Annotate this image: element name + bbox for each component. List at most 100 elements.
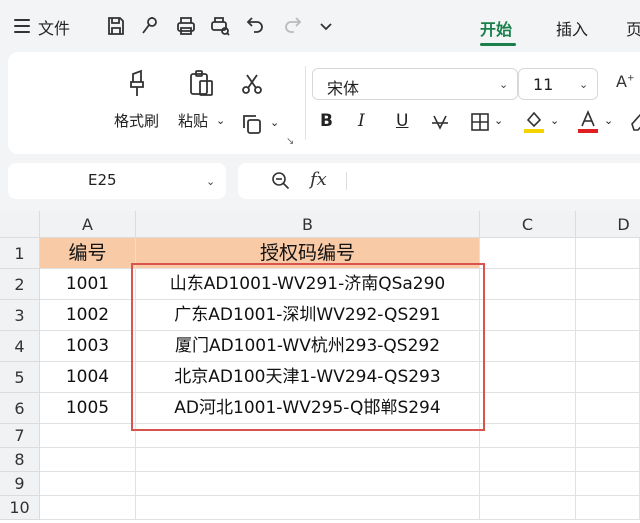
paste-label[interactable]: 粘贴 bbox=[178, 110, 208, 131]
undo-icon[interactable] bbox=[244, 14, 268, 38]
cell-b7[interactable] bbox=[136, 424, 480, 448]
print-icon[interactable] bbox=[174, 14, 198, 38]
fill-color-icon[interactable] bbox=[522, 108, 546, 134]
row-header-4[interactable]: 4 bbox=[0, 331, 40, 362]
column-header-d[interactable]: D bbox=[576, 211, 640, 238]
cut-icon[interactable] bbox=[240, 72, 264, 96]
paste-dropdown-icon[interactable]: ⌄ bbox=[216, 114, 225, 127]
cell-b8[interactable] bbox=[136, 448, 480, 472]
cell-c2[interactable] bbox=[480, 269, 576, 300]
cell-d5[interactable] bbox=[576, 362, 640, 393]
cell-d7[interactable] bbox=[576, 424, 640, 448]
cell-a10[interactable] bbox=[40, 496, 136, 520]
font-color-icon[interactable] bbox=[576, 108, 600, 134]
fx-label[interactable]: fx bbox=[310, 169, 327, 190]
cell-b5[interactable]: 北京AD100天津1-WV294-QS293 bbox=[136, 362, 480, 393]
name-box[interactable]: E25 ⌄ bbox=[8, 163, 226, 199]
active-tab-indicator bbox=[480, 43, 516, 46]
chevron-down-icon: ⌄ bbox=[579, 78, 589, 91]
cell-a5[interactable]: 1004 bbox=[40, 362, 136, 393]
formula-divider bbox=[346, 172, 347, 190]
font-name-select[interactable]: 宋体 ⌄ bbox=[312, 68, 518, 100]
cell-b1[interactable]: 授权码编号 bbox=[136, 238, 480, 269]
row-header-3[interactable]: 3 bbox=[0, 300, 40, 331]
cell-d9[interactable] bbox=[576, 472, 640, 496]
cell-c7[interactable] bbox=[480, 424, 576, 448]
cell-c4[interactable] bbox=[480, 331, 576, 362]
cell-b3[interactable]: 广东AD1001-深圳WV292-QS291 bbox=[136, 300, 480, 331]
column-header-c[interactable]: C bbox=[480, 211, 576, 238]
column-header-a[interactable]: A bbox=[40, 211, 136, 238]
bold-button[interactable]: B bbox=[320, 111, 333, 131]
cell-b6[interactable]: AD河北1001-WV295-Q邯郸S294 bbox=[136, 393, 480, 424]
cell-c6[interactable] bbox=[480, 393, 576, 424]
cell-c3[interactable] bbox=[480, 300, 576, 331]
row-header-8[interactable]: 8 bbox=[0, 448, 40, 472]
cell-a1[interactable]: 编号 bbox=[40, 238, 136, 269]
cell-b2[interactable]: 山东AD1001-WV291-济南QSa290 bbox=[136, 269, 480, 300]
cell-a4[interactable]: 1003 bbox=[40, 331, 136, 362]
zoom-icon[interactable] bbox=[270, 170, 292, 196]
font-size-value: 11 bbox=[533, 75, 554, 94]
cell-c1[interactable] bbox=[480, 238, 576, 269]
select-all-corner[interactable] bbox=[0, 211, 40, 238]
tab-insert[interactable]: 插入 bbox=[556, 16, 588, 40]
cell-b4[interactable]: 厦门AD1001-WV杭州293-QS292 bbox=[136, 331, 480, 362]
eraser-icon[interactable] bbox=[628, 110, 640, 132]
format-brush-small-icon[interactable] bbox=[138, 14, 162, 38]
tab-page[interactable]: 页 bbox=[626, 16, 640, 40]
tab-home[interactable]: 开始 bbox=[480, 16, 512, 40]
font-name-value: 宋体 bbox=[327, 79, 360, 98]
italic-button[interactable]: I bbox=[358, 111, 365, 131]
cell-d8[interactable] bbox=[576, 448, 640, 472]
row-header-5[interactable]: 5 bbox=[0, 362, 40, 393]
cell-c9[interactable] bbox=[480, 472, 576, 496]
cell-a2[interactable]: 1001 bbox=[40, 269, 136, 300]
clipboard-expand-icon[interactable]: ↘ bbox=[286, 136, 294, 147]
chevron-down-icon[interactable]: ⌄ bbox=[494, 114, 503, 127]
print-preview-icon[interactable] bbox=[208, 14, 232, 38]
row-header-7[interactable]: 7 bbox=[0, 424, 40, 448]
chevron-down-icon[interactable]: ⌄ bbox=[604, 114, 613, 127]
cell-b10[interactable] bbox=[136, 496, 480, 520]
cell-d6[interactable] bbox=[576, 393, 640, 424]
formula-bar[interactable]: fx bbox=[238, 163, 640, 199]
underline-button[interactable]: U bbox=[396, 111, 408, 131]
font-size-select[interactable]: 11 ⌄ bbox=[518, 68, 598, 100]
save-icon[interactable] bbox=[104, 14, 128, 38]
paste-icon[interactable] bbox=[186, 68, 216, 98]
row-header-9[interactable]: 9 bbox=[0, 472, 40, 496]
ribbon-home: 格式刷 粘贴 ⌄ ⌄ ↘ 宋体 ⌄ 11 ⌄ A+ B I U ⌄ ⌄ ⌄ bbox=[8, 52, 640, 154]
cell-c8[interactable] bbox=[480, 448, 576, 472]
increase-font-icon[interactable]: A+ bbox=[616, 72, 635, 91]
format-painter-label[interactable]: 格式刷 bbox=[114, 110, 159, 131]
cell-d2[interactable] bbox=[576, 269, 640, 300]
hamburger-menu-icon[interactable] bbox=[14, 19, 30, 33]
cell-a6[interactable]: 1005 bbox=[40, 393, 136, 424]
cell-d1[interactable] bbox=[576, 238, 640, 269]
cell-b9[interactable] bbox=[136, 472, 480, 496]
copy-icon[interactable] bbox=[240, 112, 264, 136]
row-header-2[interactable]: 2 bbox=[0, 269, 40, 300]
cell-a3[interactable]: 1002 bbox=[40, 300, 136, 331]
cell-c10[interactable] bbox=[480, 496, 576, 520]
column-header-b[interactable]: B bbox=[136, 211, 480, 238]
row-header-10[interactable]: 10 bbox=[0, 496, 40, 520]
cell-d10[interactable] bbox=[576, 496, 640, 520]
redo-icon[interactable] bbox=[280, 14, 304, 38]
cell-d4[interactable] bbox=[576, 331, 640, 362]
row-header-6[interactable]: 6 bbox=[0, 393, 40, 424]
cell-d3[interactable] bbox=[576, 300, 640, 331]
cell-a9[interactable] bbox=[40, 472, 136, 496]
more-chevron-icon[interactable] bbox=[314, 14, 338, 38]
cell-c5[interactable] bbox=[480, 362, 576, 393]
cell-a8[interactable] bbox=[40, 448, 136, 472]
format-painter-icon[interactable] bbox=[122, 68, 152, 98]
borders-icon[interactable] bbox=[470, 112, 490, 132]
cell-a7[interactable] bbox=[40, 424, 136, 448]
strikethrough-icon[interactable] bbox=[430, 112, 450, 132]
chevron-down-icon[interactable]: ⌄ bbox=[550, 114, 559, 127]
row-header-1[interactable]: 1 bbox=[0, 238, 40, 269]
menu-file[interactable]: 文件 bbox=[38, 15, 70, 39]
copy-dropdown-icon[interactable]: ⌄ bbox=[270, 116, 279, 129]
